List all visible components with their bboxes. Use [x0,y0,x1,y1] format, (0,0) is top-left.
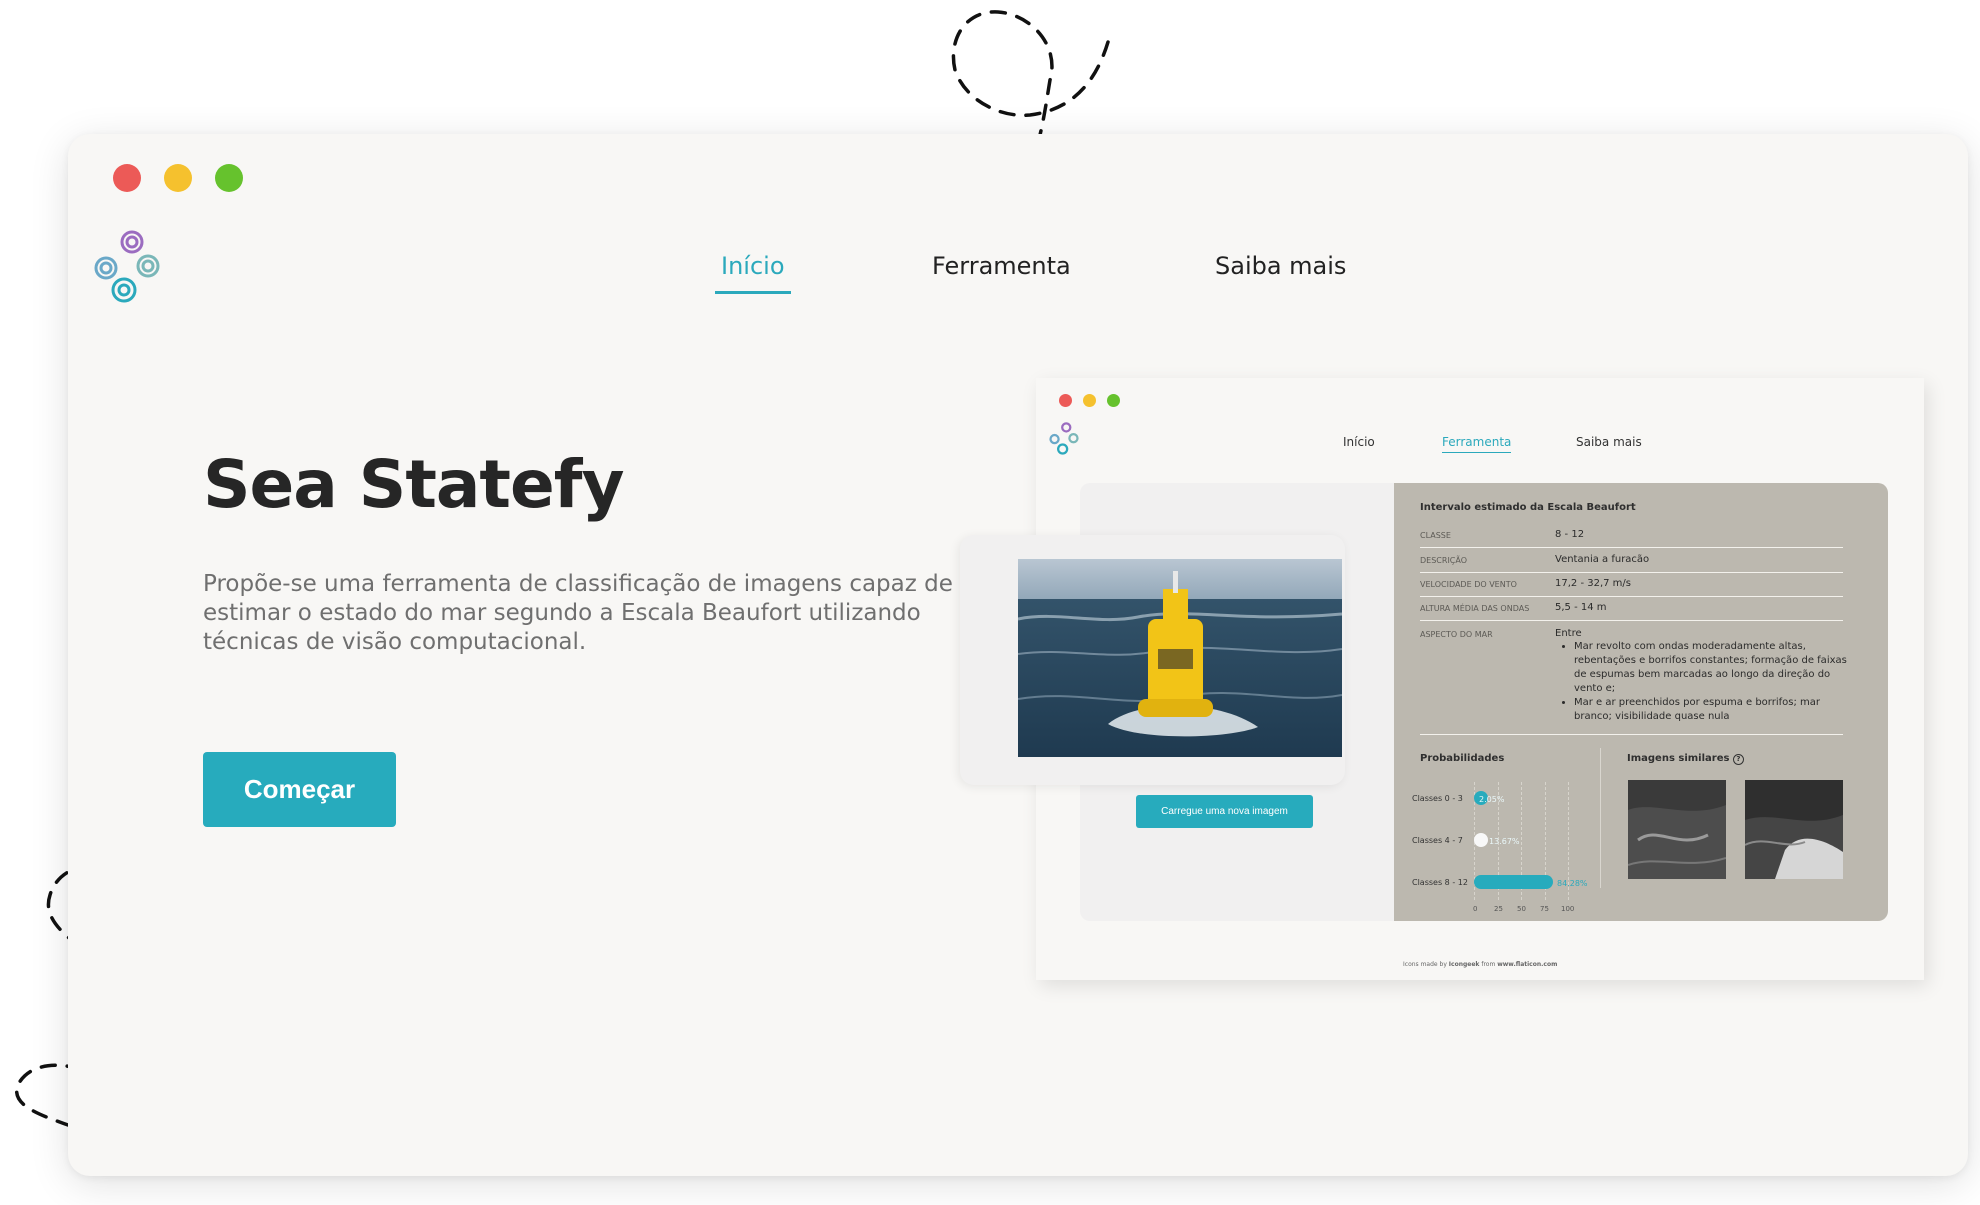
upload-image-button: Carregue uma nova imagem [1136,795,1313,828]
preview-nav-saiba-mais: Saiba mais [1576,435,1642,449]
row-label-aspecto: ASPECTO DO MAR [1420,630,1493,639]
preview-logo-icon [1049,422,1079,455]
axis-tick: 50 [1517,905,1526,913]
axis-tick: 100 [1561,905,1575,913]
row-label-descricao: DESCRIÇÃO [1420,556,1468,565]
row-value-velocidade: 17,2 - 32,7 m/s [1555,578,1631,589]
preview-maximize-dot [1107,394,1120,407]
similar-image-2 [1745,780,1843,879]
preview-nav-inicio: Início [1343,435,1375,449]
minimize-dot[interactable] [164,164,192,192]
row-label-velocidade: VELOCIDADE DO VENTO [1420,580,1517,589]
nav-ferramenta[interactable]: Ferramenta [932,252,1071,280]
prob-bar [1474,875,1554,889]
prob-label-2: Classes 8 - 12 [1412,878,1468,887]
aspect-bullet: Mar revolto com ondas moderadamente alta… [1574,640,1852,696]
help-icon: ? [1732,754,1744,765]
axis-tick: 0 [1473,905,1478,913]
prob-bar [1474,833,1488,847]
aspect-list: Mar revolto com ondas moderadamente alta… [1556,640,1852,724]
row-value-descricao: Ventania a furacão [1555,554,1650,565]
aspect-bullet: Mar e ar preenchidos por espuma e borrif… [1574,696,1852,724]
axis-tick: 75 [1540,905,1549,913]
preview-footer: Icons made by Icongeek from www.flaticon… [1403,961,1558,968]
sea-buoy-photo [1018,559,1342,757]
similar-image-1 [1628,780,1726,879]
probabilities-title: Probabilidades [1420,753,1505,764]
preview-minimize-dot [1083,394,1096,407]
row-label-altura: ALTURA MÉDIA DAS ONDAS [1420,604,1530,613]
page-title: Sea Statefy [203,446,624,523]
maximize-dot[interactable] [215,164,243,192]
prob-value: 84.28% [1557,879,1588,888]
start-button[interactable]: Começar [203,752,396,827]
row-label-classe: CLASSE [1420,531,1451,540]
aspect-intro: Entre [1555,628,1582,639]
similar-images-title: Imagens similares ? [1627,753,1744,765]
row-value-classe: 8 - 12 [1555,529,1585,540]
close-dot[interactable] [113,164,141,192]
row-value-altura: 5,5 - 14 m [1555,602,1607,613]
nav-saiba-mais[interactable]: Saiba mais [1215,252,1346,280]
preview-nav-ferramenta: Ferramenta [1442,435,1512,453]
hero-description: Propõe-se uma ferramenta de classificaçã… [203,571,953,655]
prob-label-1: Classes 4 - 7 [1412,836,1463,845]
axis-tick: 25 [1494,905,1503,913]
prob-value: 2.05% [1479,795,1505,804]
preview-close-dot [1059,394,1072,407]
result-title: Intervalo estimado da Escala Beaufort [1420,502,1636,513]
nav-inicio[interactable]: Início [715,252,790,294]
prob-value: 13.67% [1489,837,1520,846]
logo-icon[interactable] [92,230,162,310]
prob-label-0: Classes 0 - 3 [1412,794,1463,803]
